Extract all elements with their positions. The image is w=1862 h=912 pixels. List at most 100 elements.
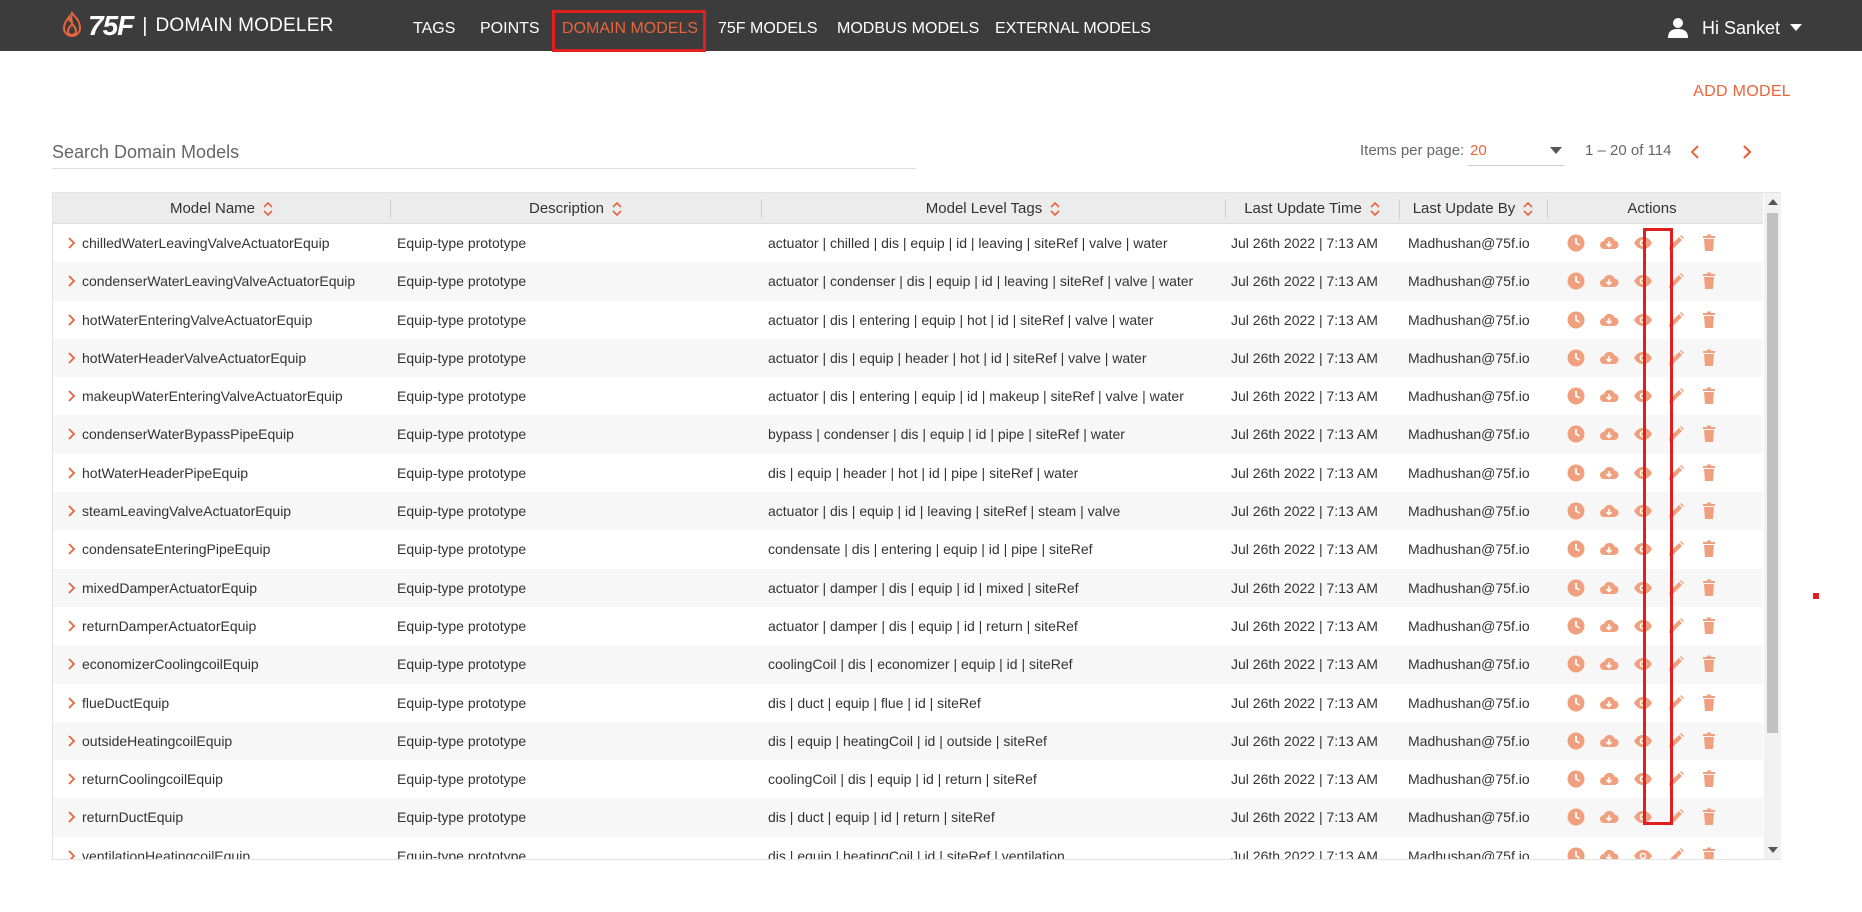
history-button[interactable]: [1566, 769, 1586, 789]
history-button[interactable]: [1566, 310, 1586, 330]
expand-row-icon[interactable]: [67, 696, 76, 710]
history-button[interactable]: [1566, 233, 1586, 253]
table-row[interactable]: returnCoolingcoilEquip Equip-type prototy…: [53, 760, 1763, 798]
view-button[interactable]: [1633, 846, 1653, 859]
nav-modbus-models[interactable]: MODBUS MODELS: [837, 20, 979, 38]
next-page-icon[interactable]: [1736, 142, 1756, 162]
table-row[interactable]: mixedDamperActuatorEquip Equip-type proto…: [53, 568, 1763, 607]
download-button[interactable]: [1599, 769, 1619, 789]
app-logo[interactable]: 75F | DOMAIN MODELER: [58, 10, 334, 42]
scroll-down-icon[interactable]: [1768, 847, 1778, 853]
search-input[interactable]: [52, 137, 916, 169]
table-row[interactable]: condenserWaterBypassPipeEquip Equip-type …: [53, 415, 1763, 454]
expand-row-icon[interactable]: [67, 772, 76, 786]
nav-external-models[interactable]: EXTERNAL MODELS: [995, 20, 1151, 38]
table-row[interactable]: flueDuctEquip Equip-type prototype dis | d…: [53, 684, 1763, 722]
expand-row-icon[interactable]: [67, 657, 76, 671]
col-model-name[interactable]: Model Name: [53, 193, 390, 224]
nav-75f-models[interactable]: 75F MODELS: [718, 20, 818, 38]
add-model-button[interactable]: ADD MODEL: [1693, 83, 1791, 101]
delete-button[interactable]: [1699, 807, 1719, 827]
delete-button[interactable]: [1699, 654, 1719, 674]
table-row[interactable]: outsideHeatingcoilEquip Equip-type protot…: [53, 721, 1763, 761]
download-button[interactable]: [1599, 654, 1619, 674]
download-button[interactable]: [1599, 616, 1619, 636]
col-description[interactable]: Description: [390, 193, 761, 224]
delete-button[interactable]: [1699, 616, 1719, 636]
delete-button[interactable]: [1699, 424, 1719, 444]
download-button[interactable]: [1599, 233, 1619, 253]
delete-button[interactable]: [1699, 348, 1719, 368]
edit-button[interactable]: [1666, 846, 1686, 859]
expand-row-icon[interactable]: [67, 619, 76, 633]
download-button[interactable]: [1599, 693, 1619, 713]
previous-page-icon[interactable]: [1686, 142, 1706, 162]
history-button[interactable]: [1566, 424, 1586, 444]
history-button[interactable]: [1566, 731, 1586, 751]
history-button[interactable]: [1566, 348, 1586, 368]
delete-button[interactable]: [1699, 769, 1719, 789]
download-button[interactable]: [1599, 424, 1619, 444]
table-row[interactable]: steamLeavingValveActuatorEquip Equip-type…: [53, 492, 1763, 531]
download-button[interactable]: [1599, 386, 1619, 406]
delete-button[interactable]: [1699, 846, 1719, 859]
download-button[interactable]: [1599, 463, 1619, 483]
expand-row-icon[interactable]: [67, 351, 76, 365]
history-button[interactable]: [1566, 501, 1586, 521]
table-row[interactable]: ventilationHeatingcoilEquip Equip-type pr…: [53, 837, 1763, 860]
expand-row-icon[interactable]: [67, 466, 76, 480]
table-row[interactable]: condensateEnteringPipeEquip Equip-type pr…: [53, 530, 1763, 568]
delete-button[interactable]: [1699, 693, 1719, 713]
expand-row-icon[interactable]: [67, 504, 76, 518]
history-button[interactable]: [1566, 616, 1586, 636]
download-button[interactable]: [1599, 539, 1619, 559]
download-button[interactable]: [1599, 578, 1619, 598]
history-button[interactable]: [1566, 693, 1586, 713]
scroll-up-icon[interactable]: [1768, 199, 1778, 205]
delete-button[interactable]: [1699, 233, 1719, 253]
history-button[interactable]: [1566, 654, 1586, 674]
expand-row-icon[interactable]: [67, 581, 76, 595]
download-button[interactable]: [1599, 501, 1619, 521]
delete-button[interactable]: [1699, 271, 1719, 291]
scroll-thumb[interactable]: [1767, 213, 1778, 733]
history-button[interactable]: [1566, 807, 1586, 827]
delete-button[interactable]: [1699, 501, 1719, 521]
nav-points[interactable]: POINTS: [480, 20, 540, 38]
delete-button[interactable]: [1699, 463, 1719, 483]
expand-row-icon[interactable]: [67, 427, 76, 441]
expand-row-icon[interactable]: [67, 849, 76, 860]
expand-row-icon[interactable]: [67, 734, 76, 748]
history-button[interactable]: [1566, 386, 1586, 406]
user-menu[interactable]: Hi Sanket: [1667, 17, 1802, 39]
table-row[interactable]: hotWaterHeaderValveActuatorEquip Equip-ty…: [53, 338, 1763, 378]
download-button[interactable]: [1599, 731, 1619, 751]
items-per-page-select[interactable]: 20: [1468, 138, 1564, 166]
expand-row-icon[interactable]: [67, 274, 76, 288]
nav-tags[interactable]: TAGS: [413, 20, 455, 38]
table-row[interactable]: makeupWaterEnteringValveActuatorEquip Equ…: [53, 377, 1763, 415]
table-row[interactable]: returnDuctEquip Equip-type prototype dis |…: [53, 798, 1763, 837]
table-row[interactable]: hotWaterEnteringValveActuatorEquip Equip-…: [53, 301, 1763, 339]
table-row[interactable]: condenserWaterLeavingValveActuatorEquip E…: [53, 262, 1763, 301]
col-model-level-tags[interactable]: Model Level Tags: [761, 193, 1225, 224]
delete-button[interactable]: [1699, 731, 1719, 751]
download-button[interactable]: [1599, 846, 1619, 859]
download-button[interactable]: [1599, 807, 1619, 827]
history-button[interactable]: [1566, 271, 1586, 291]
history-button[interactable]: [1566, 539, 1586, 559]
download-button[interactable]: [1599, 271, 1619, 291]
table-row[interactable]: economizerCoolingcoilEquip Equip-type pro…: [53, 645, 1763, 684]
history-button[interactable]: [1566, 463, 1586, 483]
table-scrollbar[interactable]: [1764, 193, 1781, 859]
delete-button[interactable]: [1699, 578, 1719, 598]
delete-button[interactable]: [1699, 539, 1719, 559]
table-row[interactable]: returnDamperActuatorEquip Equip-type prot…: [53, 607, 1763, 645]
history-button[interactable]: [1566, 578, 1586, 598]
delete-button[interactable]: [1699, 310, 1719, 330]
download-button[interactable]: [1599, 348, 1619, 368]
col-last-update-time[interactable]: Last Update Time: [1225, 193, 1399, 224]
history-button[interactable]: [1566, 846, 1586, 859]
expand-row-icon[interactable]: [67, 313, 76, 327]
download-button[interactable]: [1599, 310, 1619, 330]
